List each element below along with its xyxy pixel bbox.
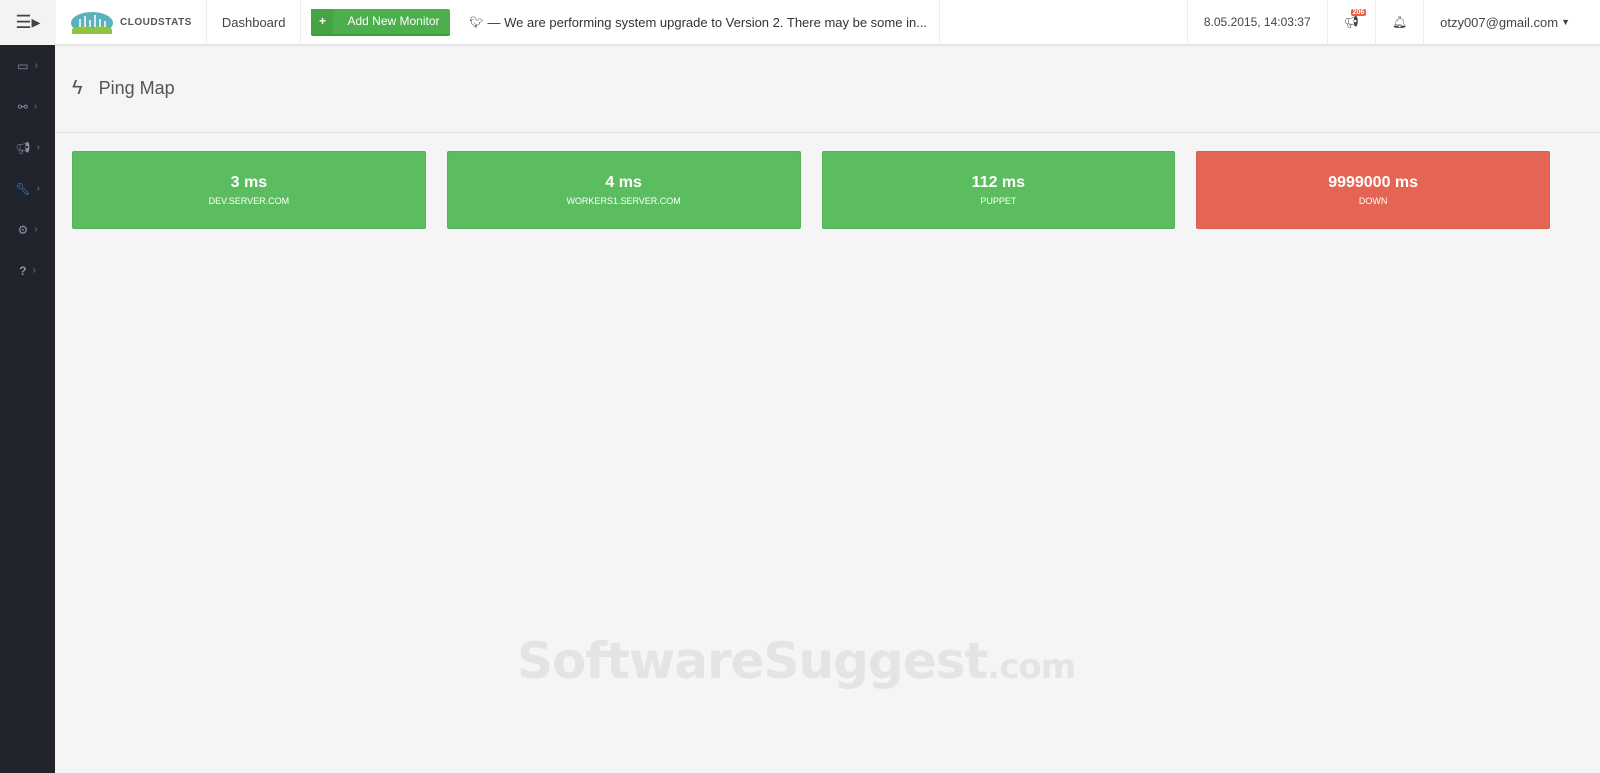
sidebar-item-servers[interactable]: ▭ › (0, 45, 55, 86)
page-title: Ping Map (98, 78, 175, 98)
sidebar-item-settings[interactable]: ⚙ › (0, 209, 55, 250)
plus-icon: + (311, 8, 334, 34)
logo[interactable]: CLOUDSTATS (56, 0, 207, 45)
bolt-icon: ϟ (72, 77, 83, 99)
page-header: ϟ Ping Map (55, 45, 1600, 133)
twitter-icon: 🐦︎ (469, 16, 484, 29)
server-icon: ▭ (17, 58, 29, 73)
datetime: 8.05.2015, 14:03:37 (1186, 0, 1327, 45)
help-icon: ? (19, 263, 27, 278)
caret-down-icon: ▼ (1561, 17, 1570, 27)
cogs-icon: ⚙ (17, 222, 29, 237)
sidebar-item-tools[interactable]: 🔧︎ › (0, 168, 55, 209)
megaphone-icon: 📢︎ 206 (1343, 9, 1367, 29)
wrench-icon: 🔧︎ (15, 181, 31, 196)
add-new-monitor-button[interactable]: + Add New Monitor (311, 8, 450, 36)
hamburger-icon: ☰▸ (15, 11, 41, 32)
megaphone-icon: 📢︎ (15, 140, 31, 155)
news-ticker[interactable]: 🐦︎ — We are performing system upgrade to … (450, 0, 941, 45)
user-menu[interactable]: otzy007@gmail.com ▼ (1423, 0, 1600, 45)
link-icon: ⚯ (17, 99, 28, 114)
ping-tile[interactable]: 4 ms WORKERS1.SERVER.COM (446, 151, 801, 229)
watermark: SoftwareSuggest.com (517, 632, 1076, 690)
ping-tile[interactable]: 9999000 ms DOWN (1196, 151, 1550, 229)
sidebar-item-announcements[interactable]: 📢︎ › (0, 127, 55, 168)
announcements-badge: 206 (1350, 9, 1367, 16)
sidebar-item-help[interactable]: ? › (0, 250, 55, 291)
dashboard-link[interactable]: Dashboard (207, 0, 302, 45)
ping-tiles: 3 ms DEV.SERVER.COM 4 ms WORKERS1.SERVER.C… (72, 151, 1550, 229)
notifications-button[interactable]: 🔔︎ (1374, 0, 1423, 45)
ping-tile[interactable]: 3 ms DEV.SERVER.COM (72, 151, 426, 229)
announcements-button[interactable]: 📢︎ 206 (1326, 0, 1375, 45)
ping-tile[interactable]: 112 ms PUPPET (821, 151, 1176, 229)
sidebar-item-links[interactable]: ⚯ › (0, 86, 55, 127)
bell-icon: 🔔︎ (1391, 15, 1408, 29)
top-navbar: ☰▸ CLOUDSTATS Dashboard + Add New Monitor… (0, 0, 1600, 45)
cloud-logo-icon (71, 12, 113, 34)
menu-toggle-button[interactable]: ☰▸ (0, 0, 56, 45)
sidebar: ▭ › ⚯ › 📢︎ › 🔧︎ › ⚙ › ? › (0, 45, 55, 773)
brand-name: CLOUDSTATS (120, 16, 192, 28)
